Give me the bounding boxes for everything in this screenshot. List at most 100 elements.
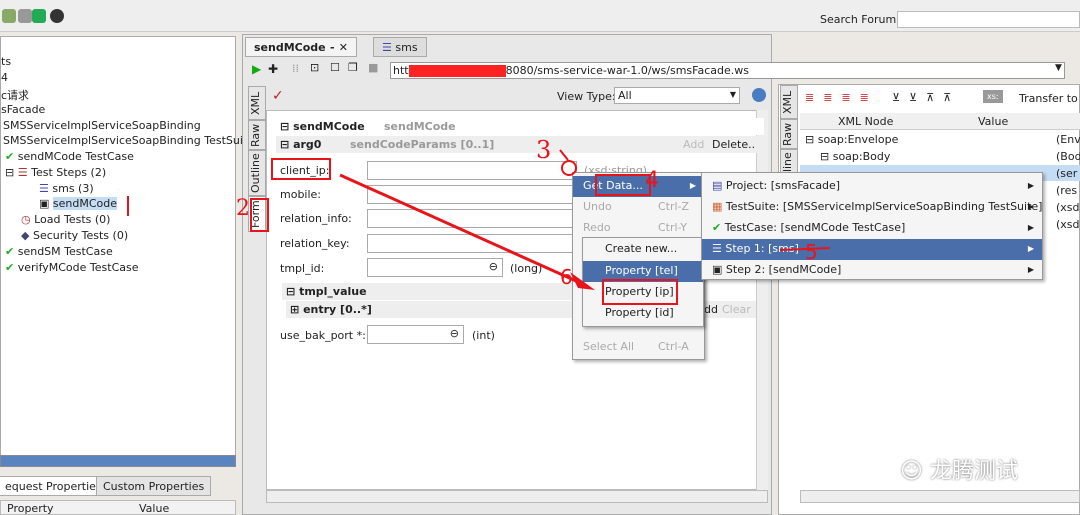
outline-row[interactable]: ⊟ soap:Envelope	[805, 133, 898, 146]
section-arg0[interactable]: ⊟ arg0 sendCodeParams [0..1] Add Delete..	[276, 136, 764, 153]
main-toolbar: Search Forum	[0, 0, 1080, 32]
url-dropdown-icon[interactable]: ▼	[1055, 63, 1062, 73]
tree-item-security-tests[interactable]: ◆ Security Tests (0)	[21, 229, 128, 242]
tree-item[interactable]: SMSServiceImplServiceSoapBinding TestSui…	[3, 134, 254, 147]
use-bak-port-input[interactable]: ⊖	[367, 325, 464, 344]
tab-sendmcode[interactable]: sendMCode ⁃ ✕	[245, 37, 358, 57]
watermark-text: 龙腾测试	[929, 459, 1018, 484]
menu-item-create-new[interactable]: Create new...	[583, 239, 703, 260]
testsuite-icon: ▦	[712, 200, 723, 213]
field-label-relation-key: relation_key:	[280, 237, 350, 250]
side-tab-raw[interactable]: Raw	[780, 119, 798, 149]
run-icon[interactable]: ▶	[252, 62, 261, 76]
tab-request-properties[interactable]: equest Properties	[0, 476, 109, 496]
submenu-arrow-icon: ▶	[1027, 265, 1034, 274]
tab-sms[interactable]: ☰ sms	[373, 37, 427, 57]
tree-item[interactable]: 4	[1, 71, 8, 84]
stop-icon[interactable]: ■	[368, 61, 378, 74]
submenu-arrow-icon: ▶	[1027, 223, 1034, 232]
validate-icon[interactable]: ✓	[272, 88, 284, 104]
section-tmpl-value[interactable]: ⊟ tmpl_value	[282, 283, 572, 300]
xpath-toolbar-icons[interactable]: ≣≣≣≣	[805, 91, 878, 104]
get-data-icon[interactable]: ⊖	[489, 260, 498, 273]
tree-item[interactable]: sFacade	[1, 103, 45, 116]
ws-a-icon[interactable]: ⁞⁞	[292, 62, 299, 75]
menu-item-property-ip[interactable]: Property [ip]	[583, 282, 703, 303]
menu-label: TestCase: [sendMCode TestCase]	[724, 221, 906, 234]
tree-item-sms[interactable]: ☰ sms (3)	[39, 182, 94, 195]
side-tab-raw[interactable]: Raw	[248, 120, 266, 150]
delete-button[interactable]: Delete..	[712, 138, 755, 151]
tree-item-load-tests[interactable]: ◷ Load Tests (0)	[21, 213, 110, 226]
tree-horizontal-scrollbar[interactable]	[0, 455, 236, 467]
collapse-icon: ⊟	[280, 138, 290, 151]
mobile-input[interactable]	[367, 185, 577, 204]
transfer-to-label[interactable]: Transfer to	[1019, 92, 1078, 105]
relation-key-input[interactable]	[367, 234, 577, 253]
menu-item-property-tel[interactable]: Property [tel]	[583, 261, 703, 282]
tab-custom-properties[interactable]: Custom Properties	[96, 476, 212, 496]
rest-step-icon: ☰	[39, 182, 49, 195]
menu-item-redo[interactable]: Redo Ctrl-Y	[573, 218, 704, 239]
menu-item-get-data[interactable]: Get Data... ▶	[573, 176, 704, 197]
tree-item-sendmcode[interactable]: ▣ sendMCode	[39, 197, 118, 210]
annotation-number: 5	[805, 240, 818, 264]
menu-item-undo[interactable]: Undo Ctrl-Z	[573, 197, 704, 218]
get-data-icon[interactable]: ⊖	[450, 327, 459, 340]
preferences-icon[interactable]	[2, 9, 16, 23]
tree-item-testcase[interactable]: ✔ sendMCode TestCase	[5, 150, 134, 163]
relation-info-input[interactable]	[367, 209, 577, 228]
menu-item-select-all[interactable]: Select All Ctrl-A	[573, 337, 704, 358]
add-button[interactable]: dd	[704, 303, 718, 316]
window-icon[interactable]: ☐	[330, 61, 340, 74]
node-name: soap:Envelope	[817, 133, 899, 146]
tmpl-id-input[interactable]: ⊖	[367, 258, 503, 277]
load-test-icon: ◷	[21, 213, 31, 226]
add-button[interactable]: Add	[683, 138, 704, 151]
outline-table-header: XML Node Value	[800, 113, 1080, 130]
soap-step-icon: ▣	[712, 263, 723, 276]
menu-item-step-1[interactable]: ☰ Step 1: [sms] ▶	[702, 239, 1042, 260]
side-tab-xml[interactable]: XML	[248, 86, 266, 120]
monitor-icon[interactable]	[32, 9, 46, 23]
tree-item[interactable]: ts	[1, 55, 11, 68]
side-tab-outline[interactable]: Outline	[248, 150, 266, 196]
section-sendmcode[interactable]: ⊟ sendMCode sendMCode	[276, 118, 764, 135]
menu-item-testcase[interactable]: ✔ TestCase: [sendMCode TestCase] ▶	[702, 218, 1042, 239]
tools-icon[interactable]	[18, 9, 32, 23]
tree-item[interactable]: SMSServiceImplServiceSoapBinding	[3, 119, 201, 132]
endpoint-url-field[interactable]: htt 8080/sms-service-war-1.0/ws/smsFacade…	[390, 62, 1065, 79]
soap-step-icon: ▣	[39, 197, 50, 210]
expand-collapse-icons[interactable]: ⊻⊻⊼⊼	[892, 91, 960, 104]
get-data-submenu: ▤ Project: [smsFacade] ▶ ▦ TestSuite: [SM…	[701, 172, 1043, 280]
tree-item-testcase[interactable]: ✔ sendSM TestCase	[5, 245, 113, 258]
split-icon[interactable]: ⊡	[310, 61, 319, 74]
menu-item-project[interactable]: ▤ Project: [smsFacade] ▶	[702, 176, 1042, 197]
help-icon[interactable]	[752, 88, 766, 102]
tree-item[interactable]: c请求	[1, 87, 29, 103]
tree-label: sendSM TestCase	[17, 245, 113, 258]
outline-horizontal-scrollbar[interactable]	[800, 490, 1080, 503]
side-tab-xml[interactable]: XML	[780, 85, 798, 119]
tree-label: sendMCode TestCase	[17, 150, 134, 163]
add-assertion-icon[interactable]: ✚	[268, 62, 278, 76]
help-icon[interactable]	[50, 9, 64, 23]
view-type-select[interactable]: All ▼	[614, 87, 740, 104]
close-icon[interactable]: ⁃ ✕	[329, 41, 348, 54]
element-name: entry [0..*]	[303, 303, 372, 316]
clear-button[interactable]: Clear	[722, 303, 751, 316]
xs-button[interactable]: xs:	[983, 90, 1003, 103]
form-horizontal-scrollbar[interactable]	[266, 490, 768, 503]
rest-step-icon: ☰	[382, 41, 392, 54]
side-tab-form[interactable]: Form	[248, 196, 266, 232]
tree-item-testcase[interactable]: ✔ verifyMCode TestCase	[5, 261, 139, 274]
properties-table-header: Property Value	[0, 500, 236, 515]
menu-item-testsuite[interactable]: ▦ TestSuite: [SMSServiceImplServiceSoapB…	[702, 197, 1042, 218]
outline-row[interactable]: ⊟ soap:Body	[820, 150, 890, 163]
tree-item-test-steps[interactable]: ⊟ ☰ Test Steps (2)	[5, 166, 106, 179]
menu-item-property-id[interactable]: Property [id]	[583, 303, 703, 324]
search-forum-input[interactable]	[897, 11, 1080, 28]
menu-item-step-2[interactable]: ▣ Step 2: [sendMCode] ▶	[702, 260, 1042, 281]
form-vertical-scrollbar[interactable]	[756, 110, 768, 490]
copy-icon[interactable]: ❐	[348, 61, 358, 74]
